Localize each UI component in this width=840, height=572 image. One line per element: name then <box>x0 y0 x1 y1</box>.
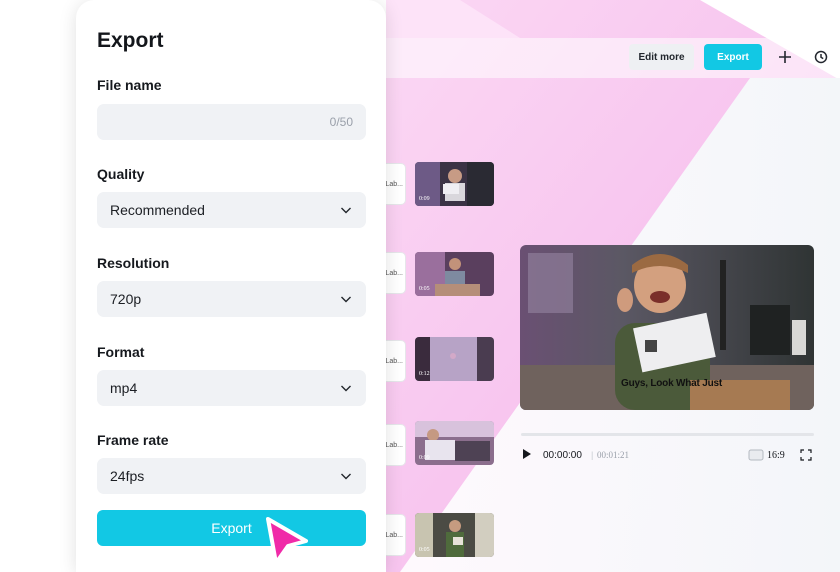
play-icon[interactable] <box>522 448 532 464</box>
quality-label: Quality <box>97 166 145 182</box>
aspect-ratio-label[interactable]: 16:9 <box>767 450 785 466</box>
resolution-value: 720p <box>110 291 142 307</box>
export-panel: Export File name 0/50 Quality Recommende… <box>76 0 386 572</box>
total-time: 00:01:21 <box>597 450 630 460</box>
scene-script-label[interactable]: Lab... <box>385 252 406 294</box>
format-select[interactable]: mp4 <box>97 370 366 406</box>
export-button[interactable]: Export <box>97 510 366 546</box>
scene-duration: 0:09 <box>419 196 430 202</box>
clock-icon[interactable] <box>810 46 832 68</box>
playback-progress-bar[interactable] <box>521 433 814 436</box>
scene-thumbnail[interactable]: 0:12 <box>415 337 494 381</box>
time-separator: | <box>591 450 594 460</box>
video-caption: Guys, Look What Just <box>621 378 723 389</box>
fullscreen-icon[interactable] <box>800 449 812 465</box>
resolution-select[interactable]: 720p <box>97 281 366 317</box>
chevron-down-icon <box>341 473 351 480</box>
plus-icon[interactable] <box>774 46 796 68</box>
scene-thumbnail[interactable]: 0:05 <box>415 513 494 557</box>
scene-duration: 0:09 <box>419 455 430 461</box>
aspect-ratio-icon[interactable] <box>748 449 764 465</box>
scene-script-label[interactable]: Lab... <box>385 340 406 382</box>
scene-thumbnail[interactable]: 0:05 <box>415 252 494 296</box>
edit-more-button[interactable]: Edit more <box>629 44 694 70</box>
file-name-label: File name <box>97 77 162 93</box>
file-name-counter: 0/50 <box>329 115 353 129</box>
frame-rate-label: Frame rate <box>97 432 169 448</box>
export-panel-title: Export <box>97 29 164 52</box>
scene-script-label[interactable]: Lab... <box>385 514 406 556</box>
format-label: Format <box>97 344 145 360</box>
editor-toolbar <box>386 38 840 78</box>
scene-duration: 0:12 <box>419 371 430 377</box>
scene-duration: 0:05 <box>419 286 430 292</box>
current-time: 00:00:00 <box>543 450 582 461</box>
frame-rate-select[interactable]: 24fps <box>97 458 366 494</box>
resolution-label: Resolution <box>97 255 170 271</box>
frame-rate-value: 24fps <box>110 468 145 484</box>
format-value: mp4 <box>110 380 138 396</box>
chevron-down-icon <box>341 207 351 214</box>
chevron-down-icon <box>341 296 351 303</box>
quality-select[interactable]: Recommended <box>97 192 366 228</box>
toolbar-export-button[interactable]: Export <box>704 44 762 70</box>
video-preview[interactable]: Guys, Look What Just <box>520 245 814 410</box>
scene-duration: 0:05 <box>419 547 430 553</box>
cursor-pointer-icon <box>266 517 308 565</box>
scene-script-label[interactable]: Lab... <box>385 424 406 466</box>
scene-script-label[interactable]: Lab... <box>385 163 406 205</box>
quality-value: Recommended <box>110 202 205 218</box>
scene-thumbnail[interactable]: 0:09 <box>415 421 494 465</box>
chevron-down-icon <box>341 385 351 392</box>
scene-thumbnail[interactable]: 0:09 <box>415 162 494 206</box>
file-name-input[interactable]: 0/50 <box>97 104 366 140</box>
